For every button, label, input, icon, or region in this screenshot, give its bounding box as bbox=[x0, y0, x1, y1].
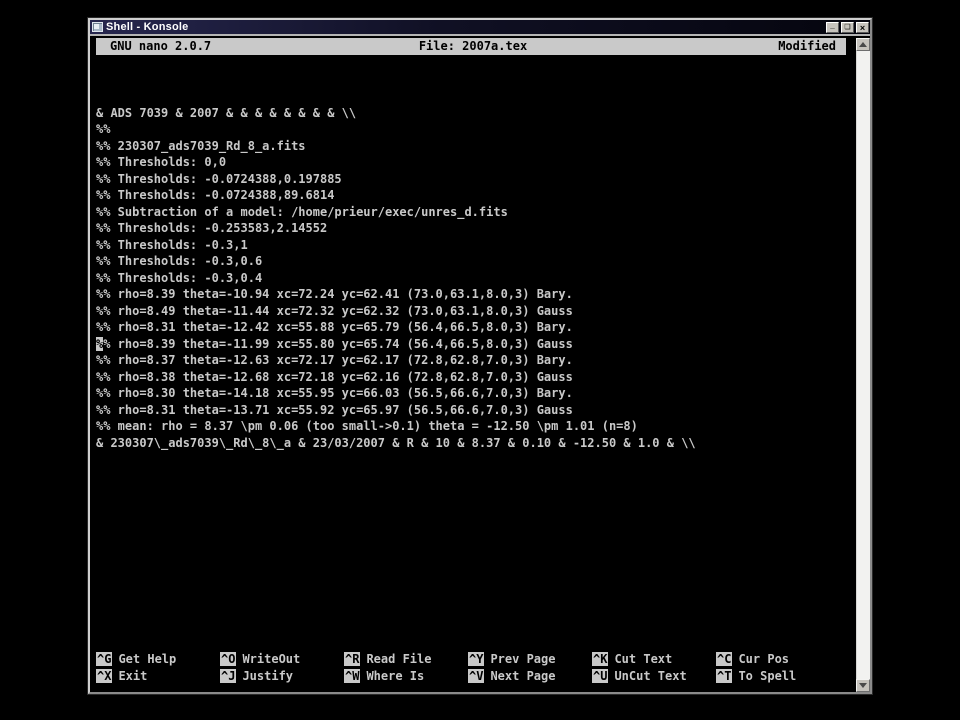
shortcut-to-spell[interactable]: ^T To Spell bbox=[716, 668, 846, 685]
scroll-up-button[interactable] bbox=[856, 38, 870, 51]
shortcut-label: UnCut Text bbox=[614, 669, 686, 683]
shortcut-key: ^O bbox=[220, 652, 236, 666]
scrollbar[interactable] bbox=[856, 38, 870, 692]
shortcut-next-page[interactable]: ^V Next Page bbox=[468, 668, 592, 685]
shortcut-key: ^Y bbox=[468, 652, 484, 666]
editor-line: %% bbox=[96, 121, 846, 138]
shortcut-key: ^R bbox=[344, 652, 360, 666]
window-controls: _ ❏ × bbox=[826, 22, 869, 33]
shortcut-label: WriteOut bbox=[242, 652, 300, 666]
arrow-up-icon bbox=[859, 42, 867, 47]
editor-line: %% rho=8.31 theta=-12.42 xc=55.88 yc=65.… bbox=[96, 319, 846, 336]
shortcut-key: ^X bbox=[96, 669, 112, 683]
shortcut-row: ^G Get Help ^O WriteOut ^R Read File ^Y Prev Pa… bbox=[96, 651, 846, 668]
shortcut-key: ^V bbox=[468, 669, 484, 683]
editor-line: %% Thresholds: -0.3,1 bbox=[96, 237, 846, 254]
shortcut-label: Prev Page bbox=[490, 652, 555, 666]
shortcut-exit[interactable]: ^X Exit bbox=[96, 668, 220, 685]
shortcut-writeout[interactable]: ^O WriteOut bbox=[220, 651, 344, 668]
shortcut-key: ^G bbox=[96, 652, 112, 666]
minimize-button[interactable]: _ bbox=[826, 22, 839, 33]
shortcut-label: Where Is bbox=[366, 669, 424, 683]
shortcut-get-help[interactable]: ^G Get Help bbox=[96, 651, 220, 668]
konsole-window: Shell - Konsole _ ❏ × GNU nano 2.0.7 Fil… bbox=[88, 18, 872, 694]
editor-line: %% rho=8.31 theta=-13.71 xc=55.92 yc=65.… bbox=[96, 402, 846, 419]
terminal-client-area: GNU nano 2.0.7 File: 2007a.tex Modified … bbox=[90, 34, 870, 692]
editor-line: %% Thresholds: -0.0724388,0.197885 bbox=[96, 171, 846, 188]
editor-line: %% rho=8.39 theta=-10.94 xc=72.24 yc=62.… bbox=[96, 286, 846, 303]
shortcut-key: ^U bbox=[592, 669, 608, 683]
shortcut-key: ^C bbox=[716, 652, 732, 666]
editor-line: %% Thresholds: -0.253583,2.14552 bbox=[96, 220, 846, 237]
window-titlebar[interactable]: Shell - Konsole _ ❏ × bbox=[90, 20, 870, 34]
shortcut-uncut-text[interactable]: ^U UnCut Text bbox=[592, 668, 716, 685]
editor-line bbox=[96, 88, 846, 105]
shortcut-read-file[interactable]: ^R Read File bbox=[344, 651, 468, 668]
window-title: Shell - Konsole bbox=[106, 20, 826, 34]
shortcut-label: Next Page bbox=[490, 669, 555, 683]
editor-line bbox=[96, 72, 846, 89]
nano-shortcut-bar: ^G Get Help ^O WriteOut ^R Read File ^Y Prev Pa… bbox=[96, 651, 846, 684]
nano-editor: GNU nano 2.0.7 File: 2007a.tex Modified … bbox=[96, 36, 846, 692]
editor-line: %% rho=8.37 theta=-12.63 xc=72.17 yc=62.… bbox=[96, 352, 846, 369]
editor-line: %% Subtraction of a model: /home/prieur/… bbox=[96, 204, 846, 221]
nano-version: GNU nano 2.0.7 bbox=[110, 38, 419, 55]
nano-modified-flag: Modified bbox=[527, 38, 836, 55]
shortcut-label: Cur Pos bbox=[738, 652, 789, 666]
editor-line: %% rho=8.30 theta=-14.18 xc=55.95 yc=66.… bbox=[96, 385, 846, 402]
arrow-down-icon bbox=[859, 683, 867, 688]
scrollbar-track[interactable] bbox=[856, 51, 870, 679]
shortcut-label: Read File bbox=[366, 652, 431, 666]
text-cursor: % bbox=[96, 337, 103, 351]
shortcut-key: ^T bbox=[716, 669, 732, 683]
shortcut-key: ^K bbox=[592, 652, 608, 666]
editor-line: %% rho=8.39 theta=-11.99 xc=55.80 yc=65.… bbox=[96, 336, 846, 353]
konsole-app-icon bbox=[92, 22, 103, 32]
shortcut-label: Cut Text bbox=[614, 652, 672, 666]
shortcut-row: ^X Exit ^J Justify ^W Where Is ^V Next Page ^U Un… bbox=[96, 668, 846, 685]
scroll-down-button[interactable] bbox=[856, 679, 870, 692]
shortcut-label: Get Help bbox=[118, 652, 176, 666]
shortcut-label: Exit bbox=[118, 669, 147, 683]
close-button[interactable]: × bbox=[856, 22, 869, 33]
shortcut-label: Justify bbox=[242, 669, 293, 683]
editor-line: %% rho=8.38 theta=-12.68 xc=72.18 yc=62.… bbox=[96, 369, 846, 386]
shortcut-key: ^J bbox=[220, 669, 236, 683]
shortcut-justify[interactable]: ^J Justify bbox=[220, 668, 344, 685]
editor-line: %% Thresholds: -0.3,0.6 bbox=[96, 253, 846, 270]
editor-text-area[interactable]: & ADS 7039 & 2007 & & & & & & & & \\%%%%… bbox=[96, 55, 846, 451]
shortcut-cut-text[interactable]: ^K Cut Text bbox=[592, 651, 716, 668]
editor-line: %% Thresholds: -0.3,0.4 bbox=[96, 270, 846, 287]
shortcut-key: ^W bbox=[344, 669, 360, 683]
editor-line: %% 230307_ads7039_Rd_8_a.fits bbox=[96, 138, 846, 155]
shortcut-cur-pos[interactable]: ^C Cur Pos bbox=[716, 651, 846, 668]
editor-line: %% Thresholds: -0.0724388,89.6814 bbox=[96, 187, 846, 204]
editor-line: %% Thresholds: 0,0 bbox=[96, 154, 846, 171]
editor-line: %% rho=8.49 theta=-11.44 xc=72.32 yc=62.… bbox=[96, 303, 846, 320]
nano-filename: File: 2007a.tex bbox=[419, 38, 527, 55]
shortcut-label: To Spell bbox=[738, 669, 796, 683]
editor-line: & 230307\_ads7039\_Rd\_8\_a & 23/03/2007… bbox=[96, 435, 846, 452]
restore-button[interactable]: ❏ bbox=[841, 22, 854, 33]
editor-line: %% mean: rho = 8.37 \pm 0.06 (too small-… bbox=[96, 418, 846, 435]
editor-line bbox=[96, 55, 846, 72]
editor-line: & ADS 7039 & 2007 & & & & & & & & \\ bbox=[96, 105, 846, 122]
nano-titlebar: GNU nano 2.0.7 File: 2007a.tex Modified bbox=[96, 38, 846, 55]
shortcut-where-is[interactable]: ^W Where Is bbox=[344, 668, 468, 685]
shortcut-prev-page[interactable]: ^Y Prev Page bbox=[468, 651, 592, 668]
